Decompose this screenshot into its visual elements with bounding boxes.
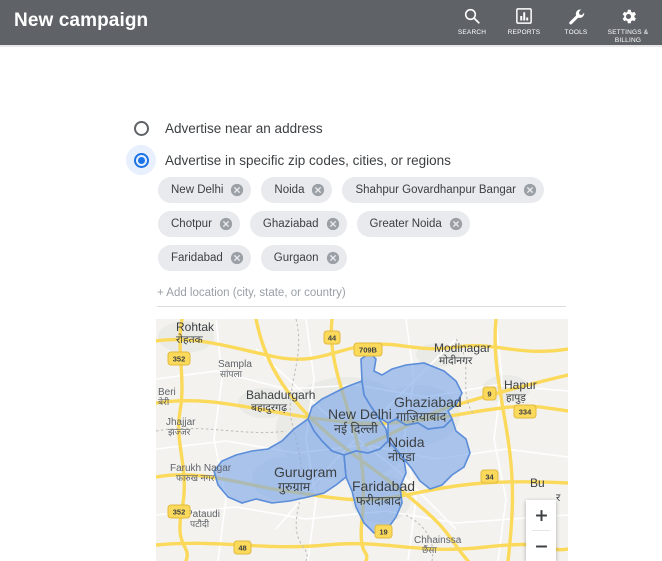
bar-chart-icon xyxy=(515,5,533,27)
location-chip[interactable]: Gurgaon xyxy=(260,245,347,271)
close-icon[interactable] xyxy=(449,217,463,231)
location-chip[interactable]: Noida xyxy=(261,177,333,203)
svg-text:Gurugram: Gurugram xyxy=(274,464,337,480)
svg-text:44: 44 xyxy=(328,334,337,343)
add-location-underline xyxy=(157,306,566,307)
close-icon[interactable] xyxy=(230,183,244,197)
radio-label: Advertise near an address xyxy=(165,120,323,136)
location-chip-label: Ghaziabad xyxy=(262,218,319,230)
radio-hit-area[interactable] xyxy=(126,145,156,175)
map-zoom-in-button[interactable] xyxy=(526,500,556,530)
svg-text:352: 352 xyxy=(173,508,186,517)
svg-text:Faridabad: Faridabad xyxy=(352,478,415,494)
close-icon[interactable] xyxy=(326,217,340,231)
svg-text:Hapur: Hapur xyxy=(504,378,537,392)
location-chip-label: New Delhi xyxy=(171,184,224,196)
location-chip-label: Shahpur Govardhanpur Bangar xyxy=(355,184,516,196)
location-chip-label: Greater Noida xyxy=(369,218,442,230)
svg-text:झज्जर: झज्जर xyxy=(168,427,191,437)
header-action-search[interactable]: SEARCH xyxy=(446,2,498,37)
svg-text:बेरी: बेरी xyxy=(158,396,170,407)
location-chip-label: Noida xyxy=(274,184,305,196)
location-chip[interactable]: Ghaziabad xyxy=(249,211,347,237)
location-chip[interactable]: Chotpur xyxy=(158,211,240,237)
svg-text:सांपला: सांपला xyxy=(220,369,243,379)
radio-advertise-near-address[interactable]: Advertise near an address xyxy=(126,113,323,143)
radio-label: Advertise in specific zip codes, cities,… xyxy=(165,152,451,168)
svg-text:Modinagar: Modinagar xyxy=(434,341,491,355)
page-title: New campaign xyxy=(14,10,149,31)
location-preview-map[interactable]: Rohtak रोहतक Sampla सांपला Beri बेरी Bah… xyxy=(156,319,568,561)
gear-icon xyxy=(619,5,638,27)
radio-advertise-specific-regions[interactable]: Advertise in specific zip codes, cities,… xyxy=(126,145,451,175)
header-divider xyxy=(0,45,662,47)
header-action-label: SETTINGS & BILLING xyxy=(607,29,649,44)
svg-text:बहादुरगढ़: बहादुरगढ़ xyxy=(251,402,288,415)
wrench-icon xyxy=(567,5,586,27)
selected-locations-chip-list: New Delhi Noida Shahpur Govardhanpur Ban… xyxy=(158,177,570,271)
header-action-reports[interactable]: REPORTS xyxy=(498,2,550,37)
svg-text:9: 9 xyxy=(487,390,491,399)
svg-text:गाज़ियाबाद: गाज़ियाबाद xyxy=(396,409,447,424)
location-chip[interactable]: Greater Noida xyxy=(356,211,470,237)
svg-text:Noida: Noida xyxy=(388,434,425,450)
svg-text:छैंसा: छैंसा xyxy=(422,544,437,555)
svg-text:पटौदी: पटौदी xyxy=(190,518,210,529)
header-action-label: TOOLS xyxy=(564,29,588,36)
svg-text:मोदीनगर: मोदीनगर xyxy=(439,354,473,367)
svg-text:19: 19 xyxy=(379,528,387,537)
add-location-input[interactable] xyxy=(157,287,566,306)
svg-text:334: 334 xyxy=(519,408,532,417)
svg-text:रोहतक: रोहतक xyxy=(176,333,204,346)
header-action-tools[interactable]: TOOLS xyxy=(550,2,602,37)
location-chip[interactable]: Faridabad xyxy=(158,245,251,271)
map-canvas: Rohtak रोहतक Sampla सांपला Beri बेरी Bah… xyxy=(156,319,568,561)
radio-indicator-checked xyxy=(133,152,149,168)
svg-text:फारुख नगर: फारुख नगर xyxy=(176,473,215,483)
svg-text:352: 352 xyxy=(173,355,186,364)
svg-text:फरीदाबाद: फरीदाबाद xyxy=(356,493,401,508)
svg-text:Bahadurgarh: Bahadurgarh xyxy=(246,388,315,402)
map-zoom-controls xyxy=(526,500,556,561)
svg-text:New Delhi: New Delhi xyxy=(328,406,392,422)
svg-text:Ghaziabad: Ghaziabad xyxy=(394,394,462,410)
close-icon[interactable] xyxy=(311,183,325,197)
header-actions: SEARCH REPORTS TOOLS SETTINGS & BILLING xyxy=(446,2,654,45)
radio-indicator-unchecked xyxy=(133,120,149,136)
app-header: New campaign SEARCH REPORTS TOOLS SETTIN… xyxy=(0,0,662,45)
svg-text:गुरुग्राम: गुरुग्राम xyxy=(278,480,311,495)
close-icon[interactable] xyxy=(326,251,340,265)
radio-hit-area[interactable] xyxy=(126,113,156,143)
header-action-settings-billing[interactable]: SETTINGS & BILLING xyxy=(602,2,654,45)
svg-text:नई दिल्ली: नई दिल्ली xyxy=(334,421,379,436)
add-location-field xyxy=(157,283,566,307)
map-zoom-out-button[interactable] xyxy=(526,531,556,561)
close-icon[interactable] xyxy=(230,251,244,265)
minus-icon xyxy=(535,545,547,547)
location-chip[interactable]: New Delhi xyxy=(158,177,252,203)
location-chip-label: Chotpur xyxy=(171,218,212,230)
close-icon[interactable] xyxy=(523,183,537,197)
header-action-label: REPORTS xyxy=(507,29,541,36)
search-icon xyxy=(463,5,481,27)
location-chip-label: Gurgaon xyxy=(273,252,319,264)
close-icon[interactable] xyxy=(219,217,233,231)
svg-text:र: र xyxy=(556,492,561,504)
plus-icon xyxy=(535,509,547,521)
svg-text:709B: 709B xyxy=(359,346,378,355)
svg-text:Rohtak: Rohtak xyxy=(176,320,215,334)
location-chip[interactable]: Shahpur Govardhanpur Bangar xyxy=(342,177,544,203)
radio-dot xyxy=(137,156,145,164)
svg-text:Bu: Bu xyxy=(530,476,545,490)
svg-text:नोएडा: नोएडा xyxy=(388,449,416,464)
svg-text:हापुड़: हापुड़ xyxy=(506,392,526,404)
svg-text:34: 34 xyxy=(485,473,494,482)
header-action-label: SEARCH xyxy=(457,29,487,36)
location-chip-label: Faridabad xyxy=(171,252,223,264)
svg-text:48: 48 xyxy=(238,544,246,553)
